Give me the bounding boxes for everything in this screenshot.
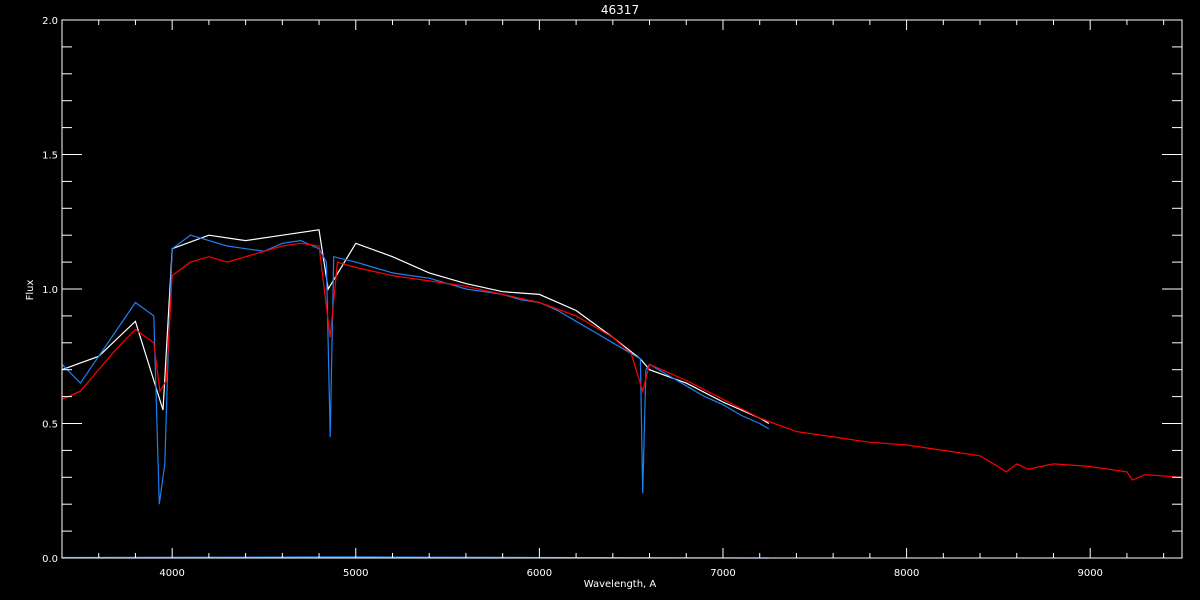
series-line-3 [61,242,1183,481]
x-tick-label: 9000 [1077,568,1102,579]
y-tick-label: 1.5 [42,151,58,162]
y-tick-label: 0.5 [42,420,58,431]
x-tick-label: 4000 [159,568,184,579]
x-tick-label: 8000 [894,568,919,579]
y-axis-title: Flux [25,280,36,301]
x-tick-label: 5000 [343,568,368,579]
y-tick-label: 0.0 [42,554,58,565]
spectrum-chart: 46317 4000 5000 6000 7000 8000 9000 0.0 0.5 1.0 1… [25,3,1183,590]
plot-frame [61,19,1183,559]
series-line-1 [61,229,770,425]
series-layer [61,229,1183,559]
chart-title: 46317 [601,3,639,17]
axes-layer: 4000 5000 6000 7000 8000 9000 0.0 0.5 1.0 1.5 2.0 [42,16,1183,579]
y-tick-label: 1.0 [42,285,58,296]
x-tick-label: 6000 [527,568,552,579]
x-tick-label: 7000 [710,568,735,579]
x-axis-title: Wavelength, A [584,579,657,590]
y-tick-label: 2.0 [42,16,58,27]
